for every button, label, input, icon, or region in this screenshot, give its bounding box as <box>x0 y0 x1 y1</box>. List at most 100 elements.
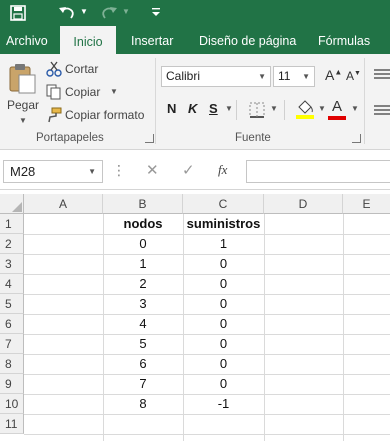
table-cell[interactable]: 0 <box>183 354 264 374</box>
copy-dropdown-icon[interactable]: ▼ <box>110 87 118 96</box>
column-header-d[interactable]: D <box>264 194 343 214</box>
paste-button[interactable]: Pegar ▼ <box>4 58 42 128</box>
grow-font-button[interactable]: A▲ <box>325 67 342 83</box>
font-color-button[interactable]: A <box>332 98 342 115</box>
name-box-value: M28 <box>10 164 36 179</box>
select-all-button[interactable] <box>0 194 24 214</box>
row-header[interactable]: 9 <box>0 374 24 394</box>
save-icon[interactable] <box>10 5 26 21</box>
tab-inicio[interactable]: Inicio <box>60 26 116 54</box>
tab-formulas[interactable]: Fórmulas <box>318 26 370 54</box>
table-cell[interactable]: 5 <box>103 334 183 354</box>
table-cell[interactable]: 7 <box>103 374 183 394</box>
divider <box>284 100 285 120</box>
borders-dropdown-icon[interactable]: ▼ <box>270 104 278 113</box>
format-painter-button[interactable]: Copiar formato <box>46 106 150 124</box>
name-box[interactable]: M28 ▼ <box>3 160 103 183</box>
spreadsheet-grid[interactable]: A B C D E 1 2 3 4 5 6 7 8 9 10 11 nodos … <box>0 194 390 441</box>
column-header-b[interactable]: B <box>103 194 183 214</box>
table-cell[interactable]: 0 <box>183 334 264 354</box>
column-header-a[interactable]: A <box>24 194 103 214</box>
grow-font-label: A <box>325 67 335 83</box>
copy-button[interactable]: Copiar ▼ <box>46 83 146 101</box>
format-painter-icon <box>48 107 62 123</box>
table-cell[interactable]: 6 <box>103 354 183 374</box>
cancel-icon[interactable]: ✕ <box>146 161 159 179</box>
scissors-icon <box>46 61 62 77</box>
cell-c1[interactable]: suministros <box>183 214 264 234</box>
table-cell[interactable]: 1 <box>183 234 264 254</box>
enter-icon[interactable]: ✓ <box>182 161 195 179</box>
cell-b1[interactable]: nodos <box>103 214 183 234</box>
fill-color-icon[interactable] <box>295 98 315 120</box>
table-cell[interactable]: -1 <box>183 394 264 414</box>
row-header[interactable]: 5 <box>0 294 24 314</box>
row-header[interactable]: 8 <box>0 354 24 374</box>
table-cell[interactable]: 0 <box>183 254 264 274</box>
align-left-icon[interactable] <box>372 104 390 118</box>
row-header[interactable]: 6 <box>0 314 24 334</box>
row-header[interactable]: 7 <box>0 334 24 354</box>
divider <box>236 100 237 120</box>
undo-dropdown-icon[interactable]: ▼ <box>80 7 88 16</box>
align-top-icon[interactable] <box>372 68 390 82</box>
clipboard-group-title: Portapapeles <box>36 132 104 144</box>
shrink-font-button[interactable]: A▼ <box>346 69 361 83</box>
row-header[interactable]: 10 <box>0 394 24 414</box>
tab-diseno-de-pagina[interactable]: Diseño de página <box>199 26 296 54</box>
shrink-font-label: A <box>346 69 355 83</box>
gridline <box>24 414 390 415</box>
italic-button[interactable]: K <box>188 101 197 116</box>
font-color-bar <box>328 116 346 120</box>
insert-function-icon[interactable]: fx <box>218 162 227 178</box>
font-color-dropdown-icon[interactable]: ▼ <box>351 104 359 113</box>
font-launcher-icon[interactable] <box>352 134 361 143</box>
paste-dropdown-icon[interactable]: ▼ <box>19 116 27 125</box>
borders-icon[interactable] <box>248 101 266 119</box>
underline-button[interactable]: S <box>209 101 218 116</box>
paste-label: Pegar <box>7 98 40 112</box>
table-cell[interactable]: 4 <box>103 314 183 334</box>
undo-icon[interactable] <box>58 4 76 20</box>
bold-button[interactable]: N <box>167 101 176 116</box>
table-cell[interactable]: 0 <box>183 294 264 314</box>
title-bar: ▼ ▼ <box>0 0 390 26</box>
formula-bar: M28 ▼ ⋮ ✕ ✓ fx <box>0 150 390 190</box>
customize-icon[interactable] <box>151 7 161 17</box>
table-cell[interactable]: 3 <box>103 294 183 314</box>
underline-dropdown-icon[interactable]: ▼ <box>225 104 233 113</box>
cut-label: Cortar <box>65 62 99 76</box>
tab-insertar[interactable]: Insertar <box>131 26 173 54</box>
row-header[interactable]: 2 <box>0 234 24 254</box>
redo-icon[interactable] <box>100 4 118 20</box>
row-header[interactable]: 4 <box>0 274 24 294</box>
gridline <box>343 214 344 441</box>
table-cell[interactable]: 0 <box>183 314 264 334</box>
table-cell[interactable]: 8 <box>103 394 183 414</box>
table-cell[interactable]: 2 <box>103 274 183 294</box>
formula-input[interactable] <box>246 160 390 183</box>
font-size-select[interactable]: 11 ▼ <box>273 66 315 87</box>
cut-button[interactable]: Cortar <box>46 60 146 78</box>
copy-label: Copiar <box>65 85 101 99</box>
table-cell[interactable]: 0 <box>103 234 183 254</box>
table-cell[interactable]: 0 <box>183 274 264 294</box>
column-header-c[interactable]: C <box>183 194 264 214</box>
font-group-title: Fuente <box>235 132 271 144</box>
redo-dropdown-icon[interactable]: ▼ <box>122 7 130 16</box>
column-header-e[interactable]: E <box>343 194 390 214</box>
clipboard-launcher-icon[interactable] <box>145 134 154 143</box>
row-header[interactable]: 1 <box>0 214 24 234</box>
row-header[interactable]: 11 <box>0 414 24 434</box>
tab-archivo[interactable]: Archivo <box>6 26 48 54</box>
copy-icon <box>46 84 61 100</box>
more-options-icon: ⋮ <box>112 162 126 178</box>
select-all-icon <box>12 202 22 212</box>
chevron-down-icon[interactable]: ▼ <box>88 167 96 176</box>
table-cell[interactable]: 1 <box>103 254 183 274</box>
table-cell[interactable]: 0 <box>183 374 264 394</box>
ribbon-tabs: Archivo Inicio Insertar Diseño de página… <box>0 26 390 54</box>
row-header[interactable]: 3 <box>0 254 24 274</box>
font-name-select[interactable]: Calibri ▼ <box>161 66 271 87</box>
fill-color-dropdown-icon[interactable]: ▼ <box>318 104 326 113</box>
